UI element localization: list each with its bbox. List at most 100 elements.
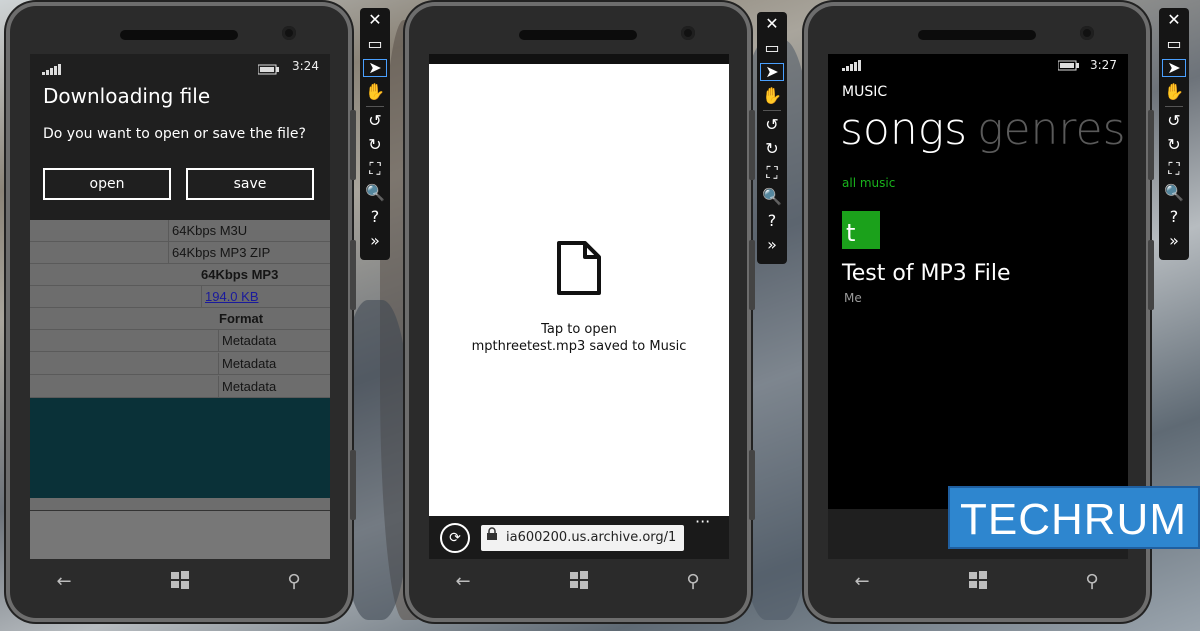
browser-bar	[30, 510, 330, 559]
side-button	[1148, 110, 1154, 180]
side-button	[350, 450, 356, 520]
phone-screen-2: Tap to open mpthreetest.mp3 saved to Mus…	[429, 54, 729, 559]
hand-icon[interactable]: ✋	[1159, 80, 1189, 104]
table-cell[interactable]: 64Kbps MP3 ZIP	[168, 242, 330, 263]
hardware-navbar: ← ⚲	[30, 564, 328, 600]
filter-all-music[interactable]: all music	[842, 176, 895, 190]
save-button[interactable]: save	[186, 168, 314, 200]
side-button	[749, 450, 755, 520]
back-icon[interactable]: ←	[850, 570, 874, 594]
url-field[interactable]: ia600200.us.archive.org/1	[481, 525, 684, 551]
front-camera	[681, 26, 695, 40]
rotate-left-icon[interactable]: ↺	[360, 109, 390, 133]
front-camera	[282, 26, 296, 40]
saved-file-text[interactable]: mpthreetest.mp3 saved to Music	[429, 339, 729, 354]
table-cell[interactable]: Metadata	[218, 376, 330, 397]
pointer-icon[interactable]: ➤	[360, 56, 390, 80]
song-title[interactable]: Test of MP3 File	[842, 261, 1011, 286]
back-icon[interactable]: ←	[52, 570, 76, 594]
rotate-right-icon[interactable]: ↻	[360, 133, 390, 157]
song-artist: Me	[844, 291, 862, 305]
watermark-logo: TECHRUM	[948, 486, 1200, 549]
url-text: ia600200.us.archive.org/1	[506, 530, 677, 545]
browser-content[interactable]: Tap to open mpthreetest.mp3 saved to Mus…	[429, 64, 729, 516]
emulator-toolbar: ✕ ▭ ➤ ✋ ↺ ↻ ⛶ 🔍 ? »	[757, 12, 787, 264]
rotate-left-icon[interactable]: ↺	[757, 113, 787, 137]
help-icon[interactable]: ?	[360, 205, 390, 229]
table-row: Metadata	[30, 353, 330, 375]
file-icon[interactable]	[556, 240, 602, 300]
jump-letter-tile[interactable]: t	[842, 211, 880, 249]
windows-icon[interactable]	[168, 570, 192, 594]
status-time: 3:27	[1090, 58, 1117, 72]
zoom-icon[interactable]: 🔍	[1159, 181, 1189, 205]
back-icon[interactable]: ←	[451, 570, 475, 594]
hardware-navbar: ← ⚲	[429, 564, 727, 600]
search-icon[interactable]: ⚲	[1080, 570, 1104, 594]
hand-icon[interactable]: ✋	[757, 84, 787, 108]
search-icon[interactable]: ⚲	[282, 570, 306, 594]
toolbar-divider	[1165, 106, 1183, 107]
file-size-link[interactable]: 194.0 KB	[201, 286, 265, 307]
close-icon[interactable]: ✕	[360, 8, 390, 32]
side-button	[350, 240, 356, 310]
refresh-icon[interactable]: ⟳	[440, 523, 470, 553]
expand-icon[interactable]: »	[757, 233, 787, 257]
minimize-icon[interactable]: ▭	[757, 36, 787, 60]
windows-icon[interactable]	[966, 570, 990, 594]
fit-screen-icon[interactable]: ⛶	[1159, 157, 1189, 181]
side-button	[350, 110, 356, 180]
zoom-icon[interactable]: 🔍	[360, 181, 390, 205]
phone-screen-1: 3:24 Downloading file Do you want to ope…	[30, 54, 330, 559]
rotate-right-icon[interactable]: ↻	[757, 137, 787, 161]
zoom-icon[interactable]: 🔍	[757, 185, 787, 209]
table-row: 64Kbps MP3	[30, 264, 330, 286]
hand-icon[interactable]: ✋	[360, 80, 390, 104]
help-icon[interactable]: ?	[757, 209, 787, 233]
table-row: Metadata	[30, 330, 330, 352]
table-cell[interactable]: Metadata	[218, 330, 330, 351]
rotate-left-icon[interactable]: ↺	[1159, 109, 1189, 133]
table-row: 194.0 KB	[30, 286, 330, 308]
fit-screen-icon[interactable]: ⛶	[360, 157, 390, 181]
dialog-message: Do you want to open or save the file?	[43, 126, 306, 142]
dialog-title: Downloading file	[43, 84, 211, 108]
search-icon[interactable]: ⚲	[681, 570, 705, 594]
minimize-icon[interactable]: ▭	[1159, 32, 1189, 56]
table-row: 64Kbps MP3 ZIP	[30, 242, 330, 264]
battery-icon	[1057, 59, 1080, 74]
table-cell[interactable]: Metadata	[218, 353, 330, 374]
speaker	[120, 30, 238, 40]
more-icon[interactable]: ···	[695, 512, 710, 531]
app-title: MUSIC	[842, 84, 888, 100]
open-button[interactable]: open	[43, 168, 171, 200]
dimmed-web-page: 64Kbps M3U 64Kbps MP3 ZIP 64Kbps MP3 194…	[30, 220, 330, 559]
lock-icon	[486, 525, 498, 551]
toolbar-divider	[763, 110, 781, 111]
expand-icon[interactable]: »	[360, 229, 390, 253]
minimize-icon[interactable]: ▭	[360, 32, 390, 56]
pointer-icon[interactable]: ➤	[757, 60, 787, 84]
table-row: Metadata	[30, 376, 330, 398]
pivot-songs[interactable]: songs	[840, 104, 967, 155]
tap-to-open-text[interactable]: Tap to open	[429, 322, 729, 337]
address-bar: ⟳ ia600200.us.archive.org/1 ···	[429, 512, 729, 559]
rotate-right-icon[interactable]: ↻	[1159, 133, 1189, 157]
expand-icon[interactable]: »	[1159, 229, 1189, 253]
emulator-toolbar: ✕ ▭ ➤ ✋ ↺ ↻ ⛶ 🔍 ? »	[360, 8, 390, 260]
close-icon[interactable]: ✕	[1159, 8, 1189, 32]
status-time: 3:24	[292, 59, 319, 73]
windows-icon[interactable]	[567, 570, 591, 594]
speaker	[918, 30, 1036, 40]
phone-emulator-2: Tap to open mpthreetest.mp3 saved to Mus…	[409, 6, 747, 618]
pointer-icon[interactable]: ➤	[1159, 56, 1189, 80]
page-banner	[30, 398, 330, 498]
close-icon[interactable]: ✕	[757, 12, 787, 36]
help-icon[interactable]: ?	[1159, 205, 1189, 229]
side-button	[749, 110, 755, 180]
fit-screen-icon[interactable]: ⛶	[757, 161, 787, 185]
pivot-genres[interactable]: genres	[977, 104, 1125, 155]
signal-icon	[842, 59, 862, 74]
emulator-toolbar: ✕ ▭ ➤ ✋ ↺ ↻ ⛶ 🔍 ? »	[1159, 8, 1189, 260]
table-cell[interactable]: 64Kbps M3U	[168, 220, 330, 241]
